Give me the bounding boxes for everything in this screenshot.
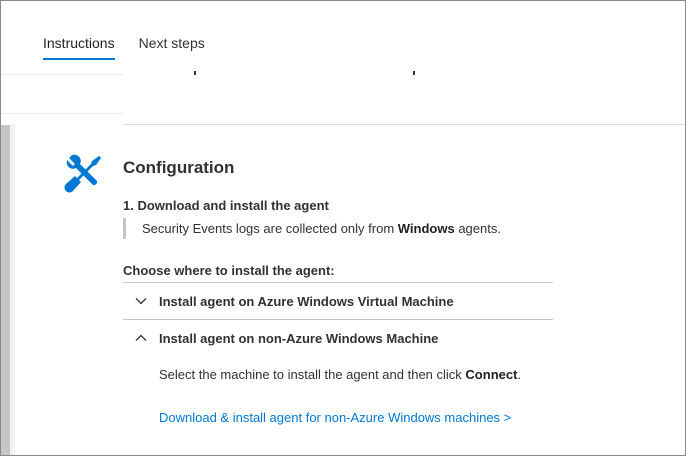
choose-location-label: Choose where to install the agent: (123, 263, 335, 278)
background-panel-edge (10, 125, 15, 455)
accordion-azure-vm[interactable]: Install agent on Azure Windows Virtual M… (123, 283, 553, 319)
note-text-suffix: agents. (454, 221, 501, 236)
background-artifact (413, 71, 415, 75)
note-text-prefix: Security Events logs are collected only … (142, 221, 398, 236)
tools-icon (64, 154, 101, 193)
section-title: Configuration (123, 158, 235, 177)
window-frame: Instructions Next steps Configuration 1.… (0, 0, 686, 456)
background-scrollbar (1, 125, 10, 455)
download-agent-link[interactable]: Download & install agent for non-Azure W… (159, 410, 511, 425)
info-note: Security Events logs are collected only … (123, 218, 501, 239)
instruction-suffix: . (517, 367, 522, 382)
note-text-bold: Windows (397, 221, 455, 236)
accordion-non-azure[interactable]: Install agent on non-Azure Windows Machi… (123, 320, 553, 356)
instruction-bold: Connect (465, 367, 518, 382)
tab-bar: Instructions Next steps (43, 35, 205, 60)
tab-next-steps[interactable]: Next steps (139, 35, 205, 59)
connect-instruction: Select the machine to install the agent … (159, 367, 521, 382)
tab-instructions[interactable]: Instructions (43, 35, 115, 60)
chevron-up-icon (123, 320, 159, 356)
chevron-down-icon (123, 283, 159, 319)
accordion-label: Install agent on Azure Windows Virtual M… (159, 293, 454, 309)
accordion-label: Install agent on non-Azure Windows Machi… (159, 330, 439, 346)
step-title: 1. Download and install the agent (123, 198, 329, 213)
background-artifact (194, 71, 196, 75)
panel-divider (123, 124, 685, 125)
instruction-prefix: Select the machine to install the agent … (159, 367, 466, 382)
background-divider (1, 113, 123, 114)
background-divider (1, 74, 123, 75)
